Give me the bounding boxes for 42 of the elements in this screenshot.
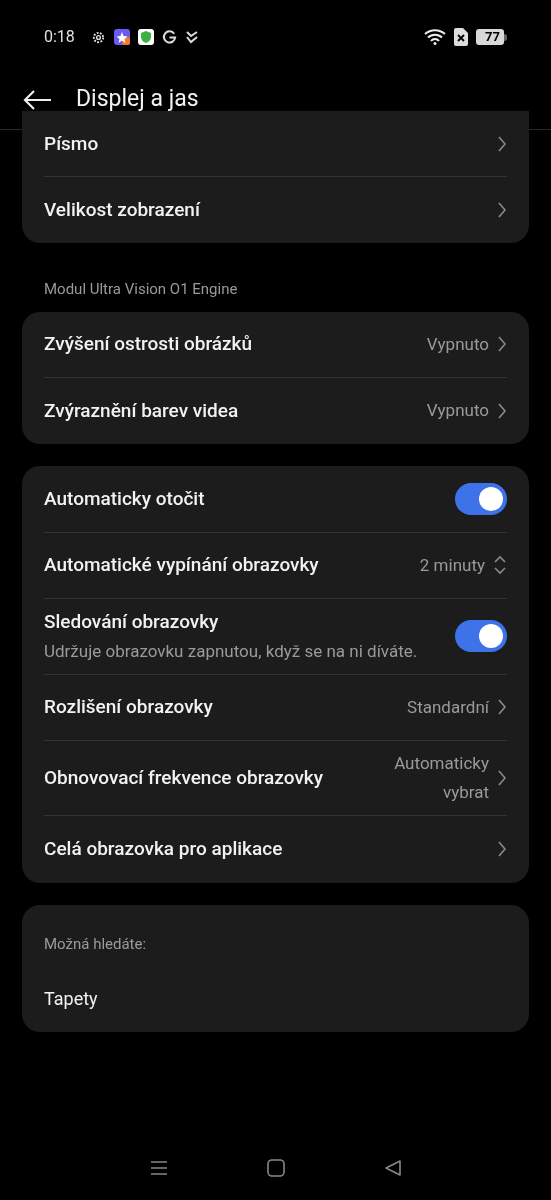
menu-icon[interactable]	[149, 1160, 168, 1176]
g-icon	[161, 29, 177, 45]
setting-value: Automaticky vybrat	[393, 751, 489, 804]
setting-value: Vypnuto	[426, 399, 489, 422]
setting-label: Sledování obrazovky	[44, 608, 220, 635]
shield-icon	[137, 29, 154, 45]
setting-label: Automaticky otočit	[44, 486, 205, 512]
up-down-icon	[493, 554, 507, 576]
suggestions-heading: Možná hledáte:	[44, 933, 148, 955]
app-icon	[113, 29, 130, 45]
chevron-right-icon	[497, 698, 507, 716]
setting-label: Obnovovací frekvence obrazovky	[44, 764, 324, 791]
setting-label: Rozlišení obrazovky	[44, 694, 213, 720]
chevron-right-icon	[497, 201, 507, 219]
chevron-right-icon	[497, 768, 507, 787]
chevron-right-icon	[497, 839, 507, 858]
setting-value: 2 minuty	[419, 553, 485, 577]
toggle-switch[interactable]	[455, 620, 507, 652]
chevron-right-icon	[497, 134, 507, 153]
setting-label: Automatické vypínání obrazovky	[44, 552, 319, 578]
setting-label: Celá obrazovka pro aplikace	[44, 835, 283, 862]
setting-label: Velikost zobrazení	[44, 197, 200, 223]
toggle-switch[interactable]	[455, 483, 507, 515]
section-heading: Modul Ultra Vision O1 Engine	[43, 279, 239, 300]
page-title: Displej a jas	[76, 84, 199, 115]
sim-icon	[454, 28, 468, 46]
setting-value: Vypnuto	[426, 332, 489, 356]
home-square-icon[interactable]	[266, 1159, 285, 1177]
setting-label: Zvýraznění barev videa	[44, 397, 239, 424]
gear-icon	[90, 29, 106, 45]
suggestion-link[interactable]: Tapety	[44, 985, 507, 1012]
chevron-right-icon	[497, 335, 507, 353]
back-arrow-icon[interactable]	[22, 88, 52, 111]
chevron-right-icon	[497, 401, 507, 420]
setting-label: Písmo	[44, 130, 99, 157]
battery-indicator: 77	[476, 29, 507, 45]
back-triangle-icon[interactable]	[383, 1159, 402, 1177]
status-time: 0:18	[44, 26, 75, 48]
setting-label: Zvýšení ostrosti obrázků	[44, 331, 253, 357]
setting-value: Standardní	[407, 695, 489, 719]
setting-description: Udržuje obrazovku zapnutou, když se na ni díváte.	[44, 639, 418, 663]
wifi-icon	[424, 29, 446, 45]
